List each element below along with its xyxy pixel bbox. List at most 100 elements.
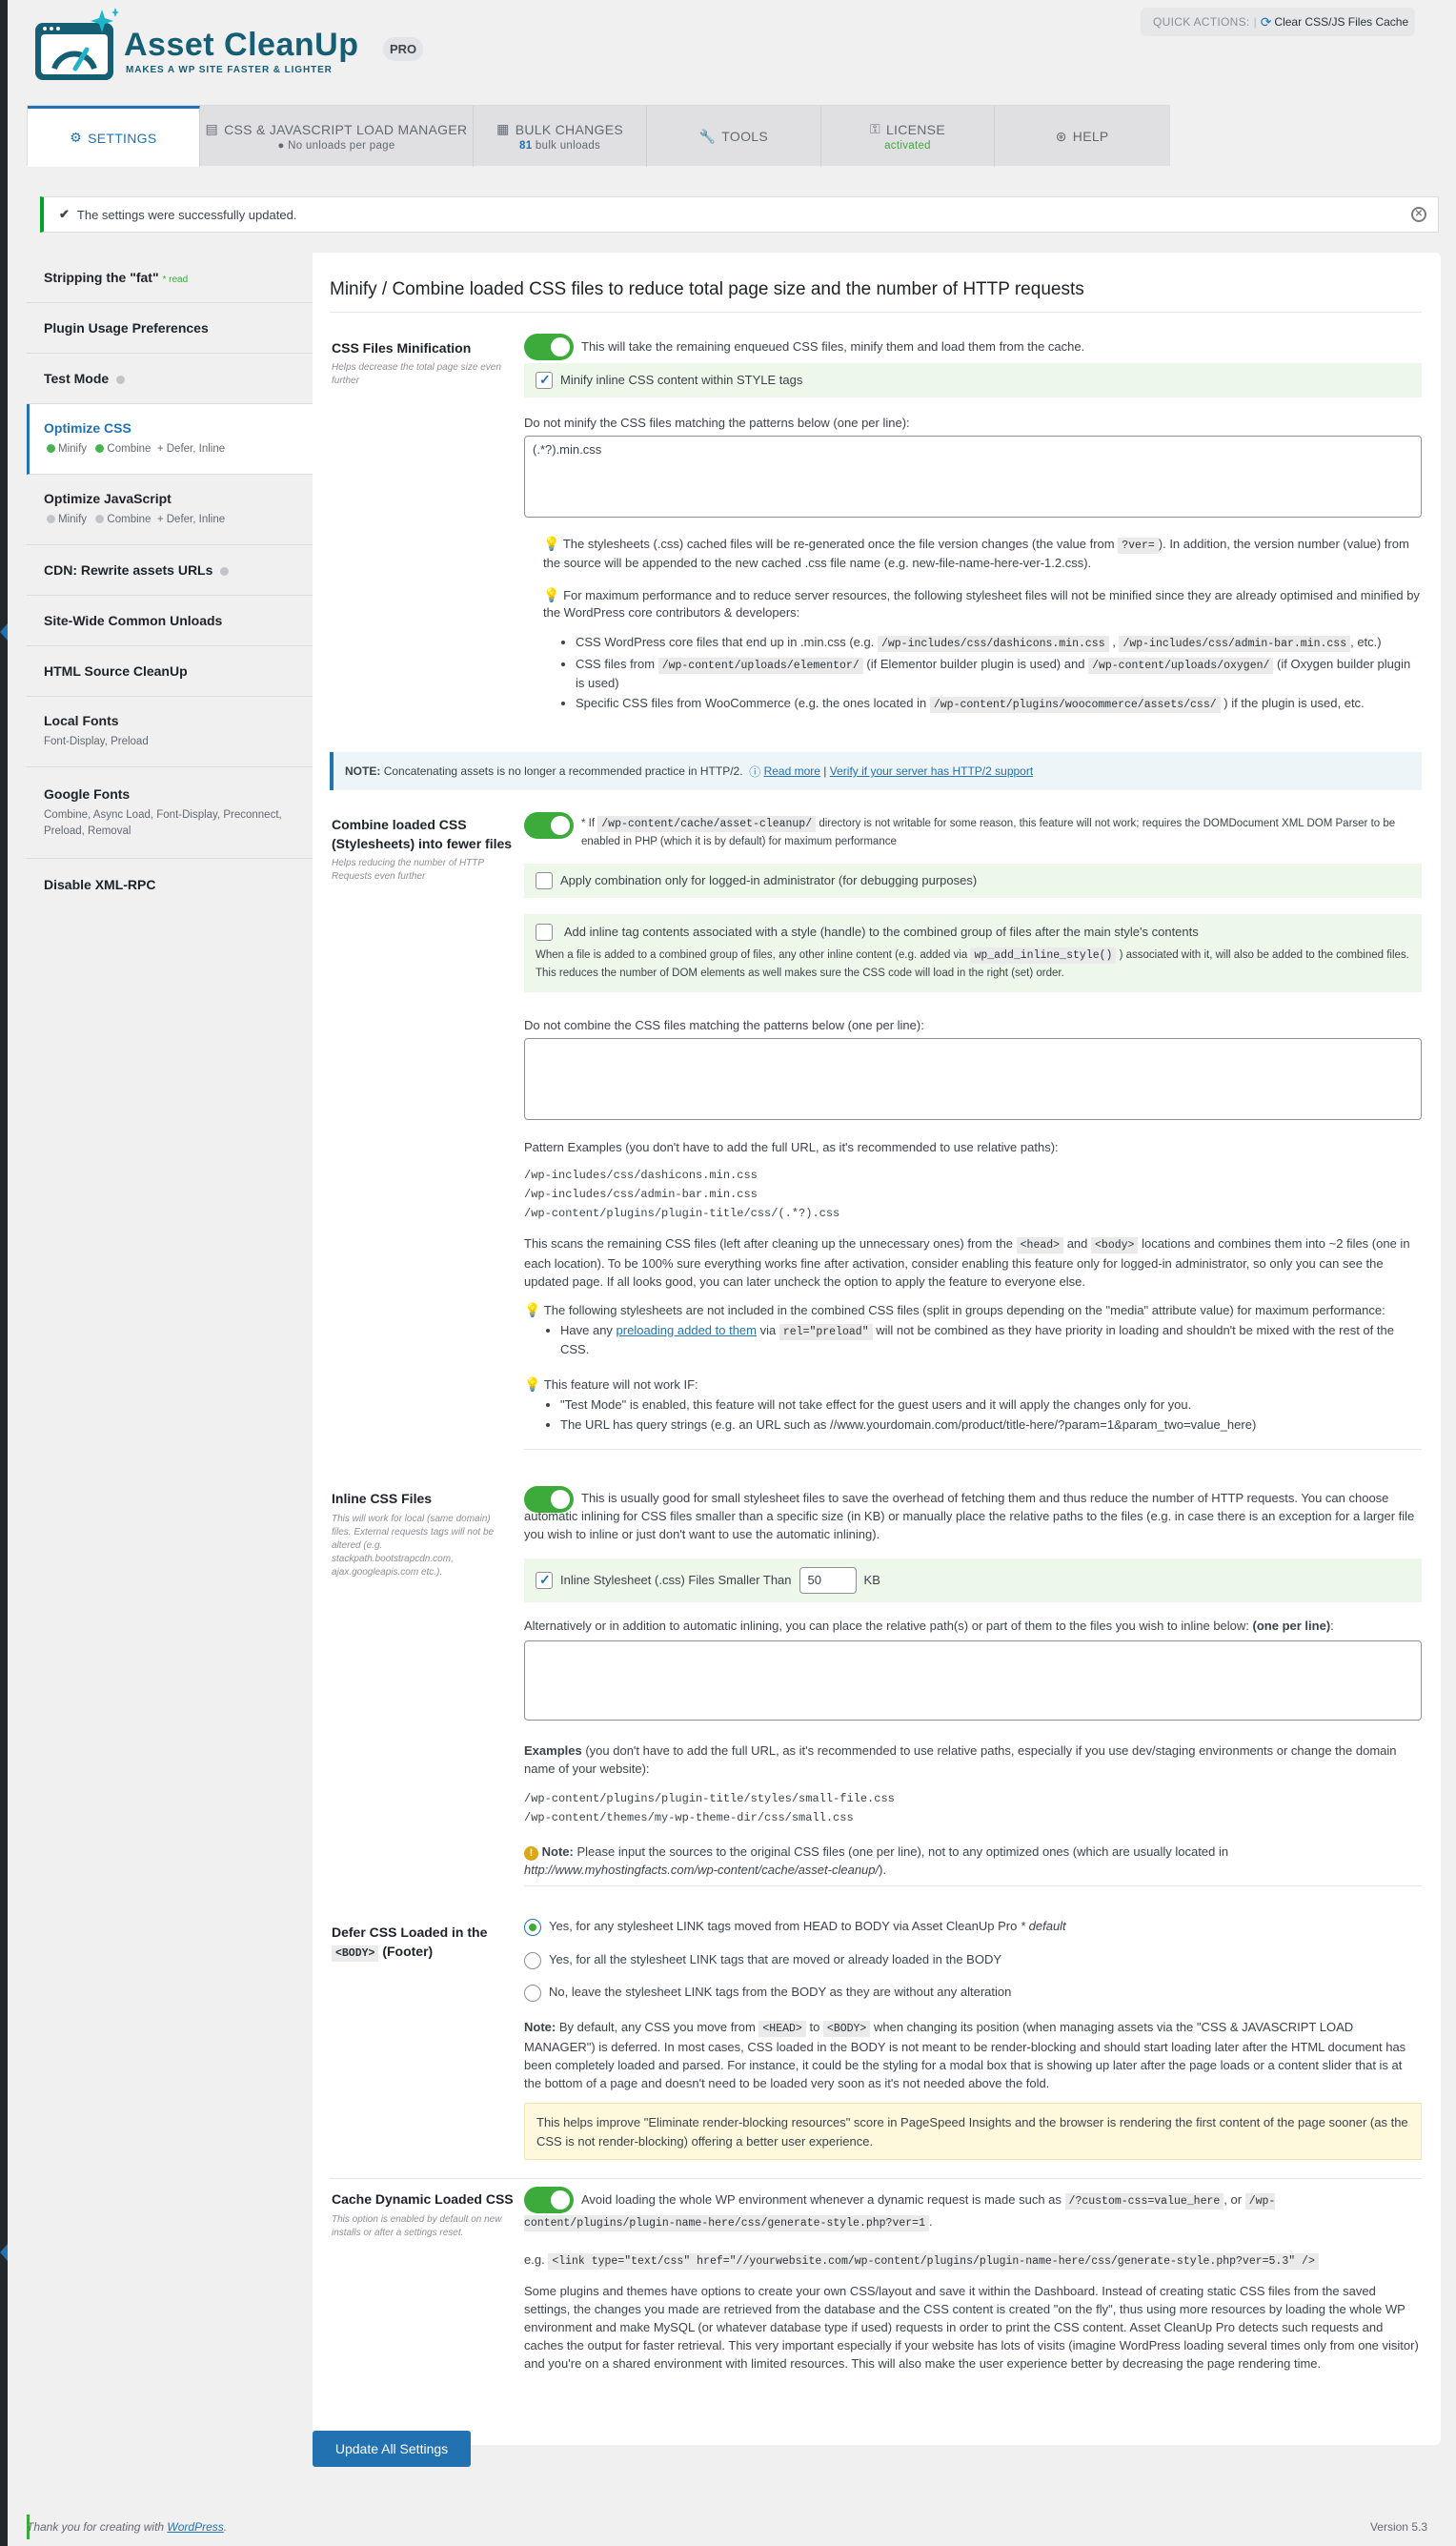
inline-size-input[interactable]: 50 [799, 1567, 857, 1594]
sidebar-item-test-mode[interactable]: Test Mode [27, 354, 313, 404]
pro-badge: PRO [383, 37, 424, 61]
main-cache-eg: e.g. [524, 2252, 545, 2267]
combine-exclude-label: Do not combine the CSS files matching th… [524, 1018, 924, 1032]
defer-info-box: This helps improve "Eliminate render-blo… [524, 2103, 1422, 2160]
sidebar-3-s1: Minify [58, 443, 88, 455]
sidebar-9-sub: Combine, Async Load, Font-Display, Preco… [44, 808, 282, 837]
main-inline-alt-b: (one per line) [1252, 1619, 1331, 1633]
sidebar-item-optimize-js[interactable]: Optimize JavaScript Minify Combine + Def… [27, 475, 313, 545]
cache-dynamic-para: Some plugins and themes have options to … [524, 2284, 1419, 2371]
status-dot [95, 444, 105, 454]
main-inline-alt-c: : [1330, 1619, 1334, 1633]
sidebar-item-google-fonts[interactable]: Google Fonts Combine, Async Load, Font-D… [27, 767, 313, 859]
combine-desc: * If /wp-content/cache/asset-cleanup/ di… [581, 815, 1422, 851]
wrench-icon: 🔧 [698, 128, 717, 144]
main-defer-r2: Yes, for all the stylesheet LINK tags th… [549, 1952, 1002, 1966]
tab-bulk-changes[interactable]: ▦ BULK CHANGES 81 bulk unloads [474, 106, 647, 167]
tab-help[interactable]: ⊛ HELP [995, 106, 1169, 167]
tab-license[interactable]: ⚿ LICENSE activated [821, 106, 996, 167]
main-defer-r1: Yes, for any stylesheet LINK tags moved … [549, 1919, 1018, 1933]
sidebar-2-label: Test Mode [44, 371, 110, 386]
sidebar-item-plugin-usage[interactable]: Plugin Usage Preferences [27, 303, 313, 354]
status-dot [220, 566, 230, 576]
main-inline-note-i: http://www.myhostingfacts.com/wp-content… [524, 1863, 880, 1877]
combine-toggle[interactable] [524, 812, 574, 839]
divider [330, 2178, 1422, 2179]
status-dot [47, 515, 55, 524]
main-defer-note-a: By default, any CSS you move from [558, 2020, 756, 2034]
defer-radio-3[interactable] [524, 1984, 541, 2002]
sidebar-item-stripping-fat[interactable]: Stripping the "fat" * read [27, 253, 313, 303]
main-cache-desc-a: Avoid loading the whole WP environment w… [581, 2192, 1062, 2207]
lightbulb-icon: 💡 [543, 536, 560, 551]
sidebar-item-html-cleanup[interactable]: HTML Source CleanUp [27, 646, 313, 697]
cache-dynamic-example: e.g. <link type="text/css" href="//yourw… [524, 2251, 1422, 2271]
tab-tools[interactable]: 🔧 TOOLS [647, 106, 821, 167]
main-http2-sep: | [823, 764, 827, 778]
combine-exclude-textarea[interactable] [524, 1038, 1422, 1120]
main-inline-note-e: ). [879, 1863, 887, 1877]
tab-load-manager[interactable]: ▤ CSS & JAVASCRIPT LOAD MANAGER ● No unlo… [200, 106, 475, 167]
verify-http2-link[interactable]: Verify if your server has HTTP/2 support [830, 764, 1033, 778]
main-combine-tip2: This feature will not work IF: [543, 1377, 698, 1392]
sidebar-item-common-unloads[interactable]: Site-Wide Common Unloads [27, 596, 313, 646]
minify-inline-checkbox[interactable] [536, 372, 553, 389]
main-minify-li1c1: /wp-includes/css/dashicons.min.css [877, 636, 1109, 652]
sidebar-4-s3: + Defer, Inline [156, 514, 226, 525]
clear-cache-button[interactable]: ⟳ Clear CSS/JS Files Cache [1261, 14, 1408, 31]
defer-note: Note: By default, any CSS you move from … [524, 2018, 1422, 2092]
dismiss-icon[interactable]: ✕ [1411, 207, 1426, 222]
quick-button: Clear CSS/JS Files Cache [1274, 15, 1409, 29]
wordpress-link[interactable]: WordPress [167, 2520, 223, 2534]
combine-admin-only-checkbox[interactable] [536, 872, 553, 889]
brand-logo: Asset CleanUp MAKES A WP SITE FASTER & L… [33, 8, 434, 84]
defer-option-1[interactable]: Yes, for any stylesheet LINK tags moved … [524, 1918, 1066, 1936]
tab-settings[interactable]: ⚙ SETTINGS [28, 106, 200, 167]
document-icon: ▤ [205, 121, 219, 136]
quick-actions-label: QUICK ACTIONS: [1153, 15, 1250, 29]
read-more-link[interactable]: Read more [764, 764, 820, 778]
main-combine-desc-code: /wp-content/cache/asset-cleanup/ [597, 816, 817, 832]
defer-radio-1[interactable] [524, 1918, 541, 1936]
sidebar-6-label: Site-Wide Common Unloads [44, 613, 223, 628]
checkmark-icon: ✔ [59, 207, 70, 221]
defer-option-3[interactable]: No, leave the stylesheet LINK tags from … [524, 1984, 1011, 2002]
minify-toggle[interactable] [524, 334, 574, 360]
main-inline-note-b: Note: [541, 1844, 574, 1859]
main-minify-tip2: For maximum performance and to reduce se… [543, 588, 1420, 620]
inline-size-checkbox[interactable] [536, 1572, 553, 1589]
main-minify-li2c1: /wp-content/uploads/elementor/ [657, 658, 863, 674]
minify-exclude-textarea[interactable]: (.*?).min.css [524, 436, 1422, 518]
main-combine-tip1-li-via: via [759, 1323, 777, 1337]
main-inline-examples-0: /wp-content/plugins/plugin-title/styles/… [524, 1792, 895, 1805]
sidebar-0-extra: * read [162, 275, 189, 285]
main-combine-tip1-li-a: Have any [560, 1323, 613, 1337]
sidebar-4-label: Optimize JavaScript [44, 491, 172, 506]
tabs-5-label: HELP [1072, 129, 1109, 144]
main-http2-note: NOTE: [345, 764, 381, 778]
main-combine-chk1: Apply combination only for logged-in adm… [560, 873, 978, 887]
preloading-link[interactable]: preloading added to them [617, 1323, 757, 1337]
combine-inline-checkbox[interactable] [536, 924, 553, 942]
status-dot [47, 444, 55, 454]
inline-paths-textarea[interactable] [524, 1640, 1422, 1721]
sidebar-item-cdn[interactable]: CDN: Rewrite assets URLs [27, 545, 313, 596]
sidebar-item-optimize-css[interactable]: Optimize CSS Minify Combine + Defer, Inl… [27, 404, 313, 475]
sidebar-item-xml-rpc[interactable]: Disable XML-RPC [27, 859, 313, 909]
sidebar-3-s2: Combine [107, 443, 152, 455]
defer-radio-2[interactable] [524, 1951, 541, 1969]
main-minify-li1c2: /wp-includes/css/admin-bar.min.css [1119, 636, 1351, 652]
combine-scan-text: This scans the remaining CSS files (left… [524, 1234, 1422, 1291]
main-combine-patterns-1: /wp-includes/css/admin-bar.min.css [524, 1188, 758, 1201]
status-dot [95, 515, 105, 524]
update-settings-button[interactable]: Update All Settings [313, 2431, 471, 2467]
cache-dynamic-help: This option is enabled by default on new… [332, 2214, 502, 2238]
main-combine-scan-a: This scans the remaining CSS files (left… [524, 1236, 1014, 1251]
main-defer-note-c2: <BODY> [822, 2021, 871, 2037]
defer-option-2[interactable]: Yes, for all the stylesheet LINK tags th… [524, 1951, 1001, 1969]
main-combine-scan-c2: <body> [1091, 1237, 1139, 1253]
sidebar-item-local-fonts[interactable]: Local Fonts Font-Display, Preload [27, 697, 313, 767]
sidebar-7-label: HTML Source CleanUp [44, 663, 188, 679]
brand-tagline: MAKES A WP SITE FASTER & LIGHTER [126, 65, 333, 75]
main-cache-desc-or: , or [1223, 2192, 1243, 2207]
